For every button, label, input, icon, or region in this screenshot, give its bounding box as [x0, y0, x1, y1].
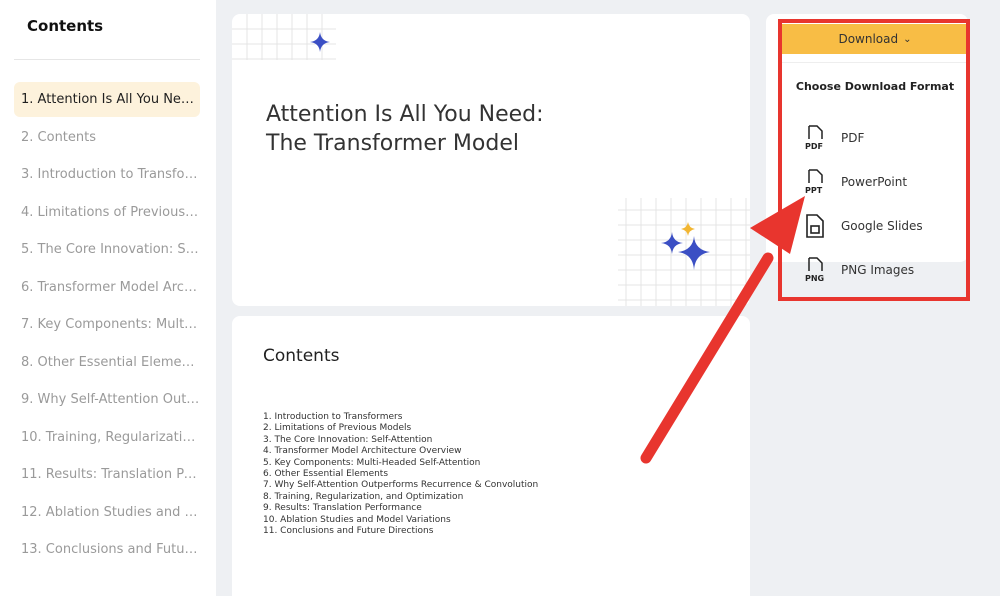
highlight-box	[778, 19, 970, 301]
slide-title-line-2: The Transformer Model	[266, 131, 519, 156]
contents-item: 2. Limitations of Previous Models	[263, 423, 412, 434]
contents-slide[interactable]: Contents 1. Introduction to Transformers…	[232, 316, 750, 596]
slide-heading: Contents	[263, 346, 340, 366]
contents-item: 11. Conclusions and Future Directions	[263, 526, 434, 537]
slide-title-line-1: Attention Is All You Need:	[266, 102, 544, 127]
sidebar-item-5[interactable]: 5. The Core Innovation: Self...	[14, 232, 200, 270]
title-slide[interactable]: Attention Is All You Need: The Transform…	[232, 14, 750, 306]
divider	[14, 59, 200, 60]
sidebar-item-7[interactable]: 7. Key Components: Multi-H...	[14, 307, 200, 345]
sidebar: Contents 1. Attention Is All You Need:..…	[0, 0, 216, 596]
contents-item: 4. Transformer Model Architecture Overvi…	[263, 446, 462, 457]
contents-item: 6. Other Essential Elements	[263, 469, 389, 480]
contents-list: 1. Introduction to Transformers 2. Limit…	[263, 412, 538, 537]
contents-item: 7. Why Self-Attention Outperforms Recurr…	[263, 480, 539, 491]
sidebar-item-3[interactable]: 3. Introduction to Transfor...	[14, 157, 200, 195]
contents-item: 9. Results: Translation Performance	[263, 503, 422, 514]
contents-item: 8. Training, Regularization, and Optimiz…	[263, 491, 464, 502]
sidebar-item-4[interactable]: 4. Limitations of Previous M...	[14, 195, 200, 233]
sidebar-item-11[interactable]: 11. Results: Translation Perf...	[14, 457, 200, 495]
sidebar-item-9[interactable]: 9. Why Self-Attention Outpe...	[14, 382, 200, 420]
contents-item: 3. The Core Innovation: Self-Attention	[263, 434, 433, 445]
contents-item: 1. Introduction to Transformers	[263, 412, 403, 422]
sidebar-item-10[interactable]: 10. Training, Regularization,...	[14, 420, 200, 458]
sidebar-item-8[interactable]: 8. Other Essential Elements	[14, 345, 200, 383]
sidebar-title: Contents	[27, 17, 104, 35]
sidebar-item-6[interactable]: 6. Transformer Model Archi...	[14, 270, 200, 308]
sidebar-item-1[interactable]: 1. Attention Is All You Need:...	[14, 82, 200, 117]
sidebar-item-13[interactable]: 13. Conclusions and Future ...	[14, 532, 200, 570]
contents-item: 5. Key Components: Multi-Headed Self-Att…	[263, 457, 481, 468]
sparkle-icon	[310, 32, 330, 52]
sidebar-item-12[interactable]: 12. Ablation Studies and Mo...	[14, 495, 200, 533]
slide-list: 1. Attention Is All You Need:... 2. Cont…	[14, 82, 200, 570]
slide-title: Attention Is All You Need: The Transform…	[266, 100, 544, 158]
contents-item: 10. Ablation Studies and Model Variation…	[263, 514, 451, 525]
sidebar-item-2[interactable]: 2. Contents	[14, 120, 200, 158]
sparkles-icon	[661, 222, 710, 270]
